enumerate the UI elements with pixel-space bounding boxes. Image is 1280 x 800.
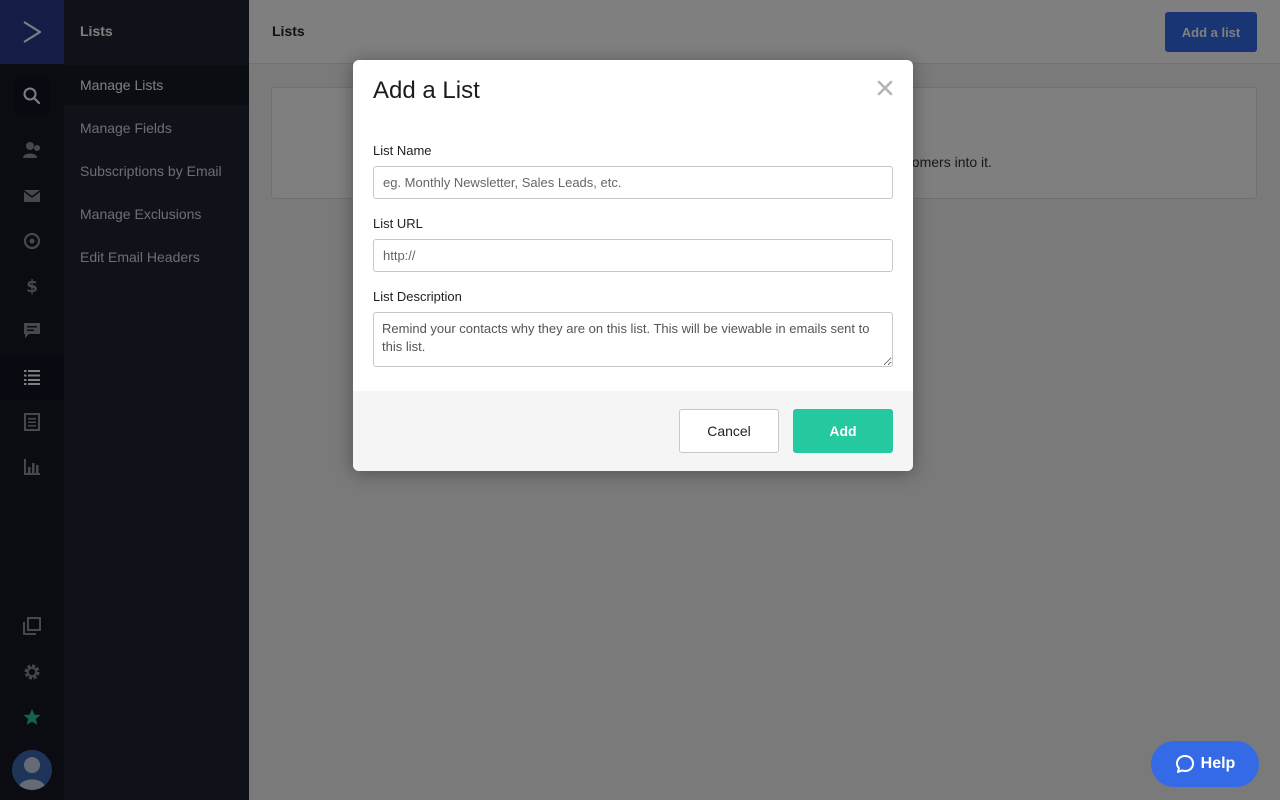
list-name-label: List Name <box>373 143 432 158</box>
modal-title: Add a List <box>373 77 480 104</box>
list-url-label: List URL <box>373 216 423 231</box>
list-name-input[interactable] <box>373 166 893 199</box>
list-url-input[interactable] <box>373 239 893 272</box>
close-icon[interactable] <box>875 78 895 98</box>
list-description-textarea[interactable] <box>373 312 893 367</box>
modal-footer: Cancel Add <box>353 391 913 471</box>
cancel-button[interactable]: Cancel <box>679 409 779 453</box>
help-button[interactable]: Help <box>1151 741 1259 787</box>
list-description-label: List Description <box>373 289 462 304</box>
add-button[interactable]: Add <box>793 409 893 453</box>
help-label: Help <box>1200 755 1236 772</box>
add-list-modal: Add a List List Name List URL List Descr… <box>353 60 913 471</box>
chat-bubble-icon <box>1175 755 1194 773</box>
